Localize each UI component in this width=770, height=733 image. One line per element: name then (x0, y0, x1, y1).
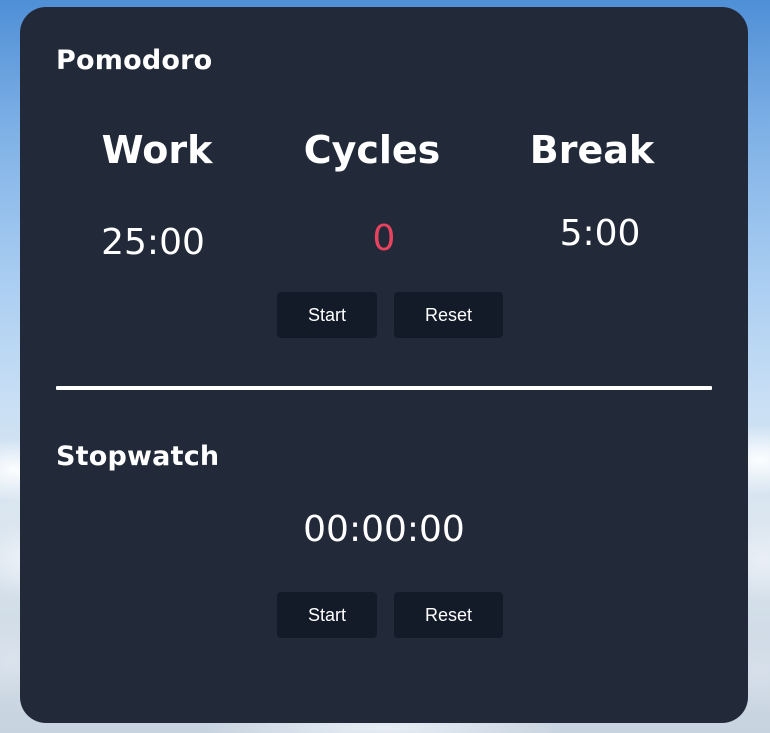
stopwatch-start-button[interactable]: Start (277, 592, 377, 638)
stopwatch-reset-button[interactable]: Reset (394, 592, 503, 638)
work-label: Work (101, 128, 213, 172)
section-divider (56, 386, 712, 390)
timer-card: Pomodoro Work Cycles Break 25:00 0 5:00 … (20, 7, 748, 723)
cycles-label: Cycles (303, 128, 441, 172)
break-label: Break (529, 128, 655, 172)
stopwatch-time-display: 00:00:00 (303, 509, 465, 550)
cycles-count-value: 0 (372, 218, 396, 259)
pomodoro-start-button[interactable]: Start (277, 292, 377, 338)
break-time-value: 5:00 (559, 213, 641, 254)
work-time-value: 25:00 (101, 222, 205, 263)
pomodoro-title: Pomodoro (56, 45, 213, 76)
pomodoro-reset-button[interactable]: Reset (394, 292, 503, 338)
stopwatch-title: Stopwatch (56, 441, 220, 472)
